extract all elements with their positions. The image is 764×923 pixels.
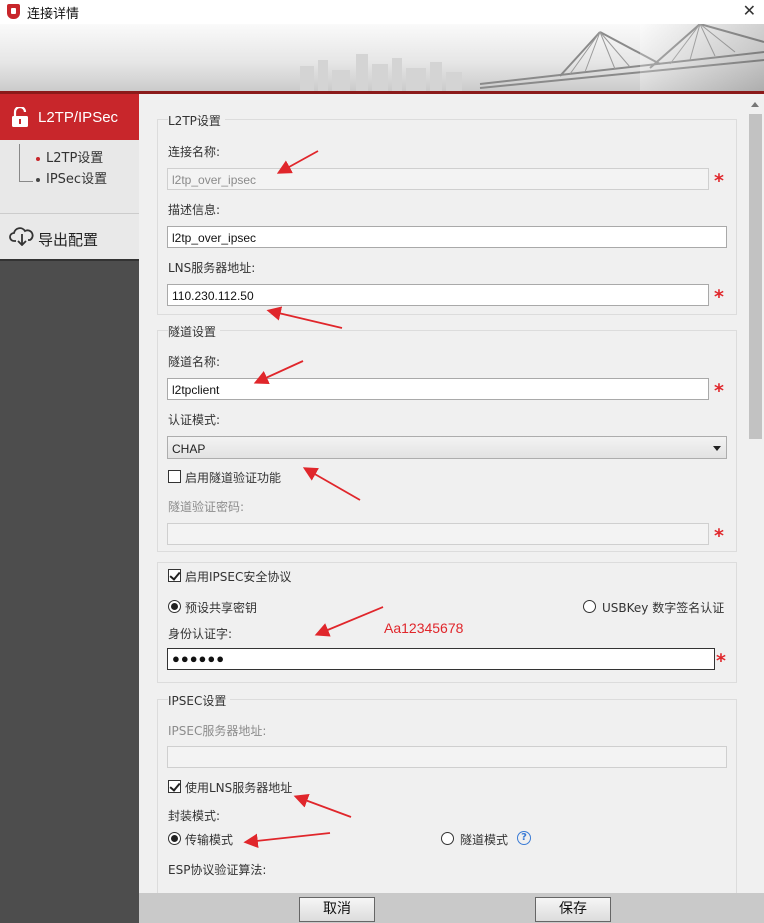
ipsec-server-field xyxy=(167,746,727,768)
l2tp-settings-legend: L2TP设置 xyxy=(168,112,225,129)
header-banner xyxy=(0,24,764,94)
unlock-icon xyxy=(12,107,28,127)
required-mark: * xyxy=(714,380,724,402)
required-mark: * xyxy=(716,650,726,672)
password-annotation: Aa12345678 xyxy=(384,620,464,636)
tunnel-name-field[interactable]: l2tpclient xyxy=(167,378,709,400)
sidebar-item-label: L2TP/IPSec xyxy=(38,109,119,126)
scroll-up-icon[interactable] xyxy=(751,102,759,107)
tunnel-settings-legend: 隧道设置 xyxy=(168,323,221,340)
tunnel-mode-label: 隧道模式 xyxy=(460,833,509,847)
cancel-button[interactable]: 取消 xyxy=(299,897,375,922)
sidebar-item-ipsec-settings[interactable]: IPSec设置 xyxy=(36,168,107,187)
tree-line xyxy=(19,181,33,182)
window-title: 连接详情 xyxy=(27,7,80,22)
enable-ipsec-label: 启用IPSEC安全协议 xyxy=(185,570,292,584)
ipsec-server-label: IPSEC服务器地址: xyxy=(168,724,267,738)
transport-mode-label: 传输模式 xyxy=(185,833,234,847)
save-button[interactable]: 保存 xyxy=(535,897,611,922)
bullet-icon xyxy=(36,156,40,161)
sidebar: L2TP/IPSec L2TP设置 IPSec设置 导出配置 xyxy=(0,94,139,923)
chevron-down-icon xyxy=(713,446,721,451)
tunnel-name-label: 隧道名称: xyxy=(168,355,221,369)
footer-bar xyxy=(139,893,764,923)
tunnel-verify-password-label: 隧道验证密码: xyxy=(168,500,245,514)
auth-mode-value: CHAP xyxy=(172,442,206,456)
sidebar-item-label: IPSec设置 xyxy=(46,172,108,187)
identity-label: 身份认证字: xyxy=(168,627,233,641)
lns-server-label: LNS服务器地址: xyxy=(168,261,256,275)
bridge-skyline-image xyxy=(300,24,764,94)
auth-mode-label: 认证模式: xyxy=(168,413,221,427)
psk-radio[interactable] xyxy=(168,600,181,613)
close-icon[interactable]: ✕ xyxy=(743,1,756,20)
bullet-icon xyxy=(36,177,40,182)
shield-icon xyxy=(7,4,20,19)
scrollbar-thumb[interactable] xyxy=(749,114,762,439)
usbkey-label: USBKey 数字签名认证 xyxy=(602,601,725,615)
usbkey-radio[interactable] xyxy=(583,600,596,613)
identity-password-field[interactable]: ●●●●●● xyxy=(167,648,715,670)
sidebar-subnav: L2TP设置 IPSec设置 xyxy=(0,140,139,213)
auth-mode-select[interactable]: CHAP xyxy=(167,436,727,459)
encap-mode-label: 封装模式: xyxy=(168,809,221,823)
ipsec-settings-legend: IPSEC设置 xyxy=(168,692,231,709)
required-mark: * xyxy=(714,525,724,547)
sidebar-item-export-config[interactable]: 导出配置 xyxy=(0,213,139,261)
cloud-download-icon xyxy=(9,227,34,246)
description-label: 描述信息: xyxy=(168,203,221,217)
use-lns-label: 使用LNS服务器地址 xyxy=(185,781,293,795)
required-mark: * xyxy=(714,170,724,192)
window-titlebar: 连接详情 ✕ xyxy=(0,0,764,24)
vertical-scrollbar[interactable] xyxy=(747,96,764,891)
sidebar-item-label: L2TP设置 xyxy=(46,151,104,166)
psk-label: 预设共享密钥 xyxy=(185,601,258,615)
tree-line xyxy=(19,144,20,182)
transport-mode-radio[interactable] xyxy=(168,832,181,845)
connection-name-label: 连接名称: xyxy=(168,145,221,159)
esp-algorithm-label: ESP协议验证算法: xyxy=(168,863,267,877)
enable-tunnel-verify-label: 启用隧道验证功能 xyxy=(185,471,282,485)
connection-name-field: l2tp_over_ipsec xyxy=(167,168,709,190)
tunnel-mode-radio[interactable] xyxy=(441,832,454,845)
sidebar-item-l2tp-ipsec[interactable]: L2TP/IPSec xyxy=(0,94,139,140)
sidebar-item-l2tp-settings[interactable]: L2TP设置 xyxy=(36,147,103,166)
description-field[interactable]: l2tp_over_ipsec xyxy=(167,226,727,248)
enable-tunnel-verify-checkbox[interactable] xyxy=(168,470,181,483)
sidebar-item-label: 导出配置 xyxy=(38,231,99,249)
tunnel-verify-password-field xyxy=(167,523,709,545)
enable-ipsec-checkbox[interactable] xyxy=(168,569,181,582)
use-lns-checkbox[interactable] xyxy=(168,780,181,793)
required-mark: * xyxy=(714,286,724,308)
lns-server-field[interactable]: 110.230.112.50 xyxy=(167,284,709,306)
question-icon[interactable]: ? xyxy=(517,831,531,845)
